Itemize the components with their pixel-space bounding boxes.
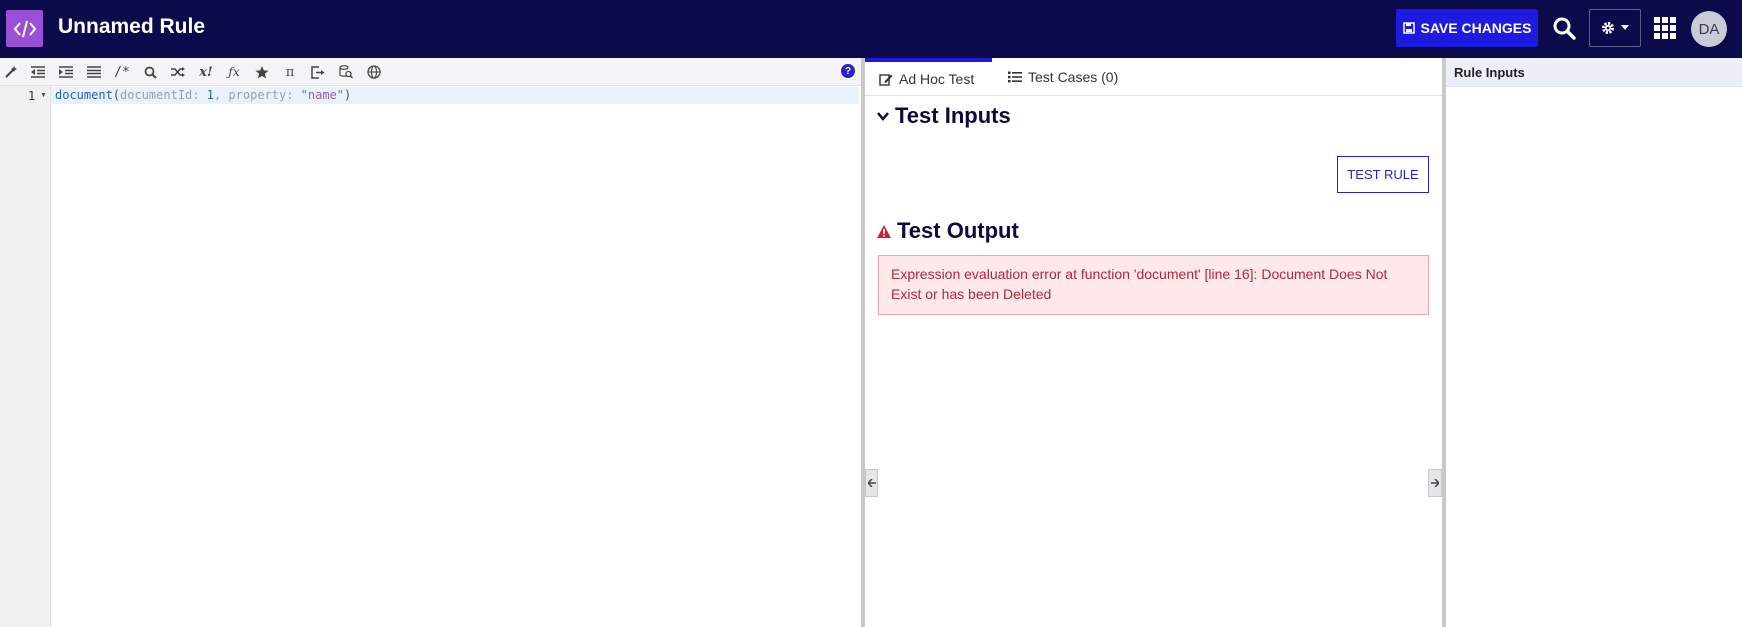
edit-icon <box>879 73 893 86</box>
warning-icon <box>877 224 891 238</box>
search-db-icon[interactable] <box>337 63 355 81</box>
code-paren: ( <box>112 88 121 102</box>
list-icon[interactable] <box>85 63 103 81</box>
code-param: documentId <box>120 88 193 102</box>
editor-toolbar: /* x! ƒx π ? <box>0 58 861 86</box>
gear-icon <box>1602 22 1614 34</box>
collapse-right-arrow-icon[interactable] <box>1428 469 1442 497</box>
code-logo-icon[interactable] <box>6 10 43 47</box>
app-header: Unnamed Rule SAVE CHANGES DA <box>0 0 1742 58</box>
tab-label: Ad Hoc Test <box>899 71 975 87</box>
tab-test-cases[interactable]: Test Cases (0) <box>1008 58 1118 96</box>
settings-dropdown-button[interactable] <box>1589 9 1641 47</box>
shuffle-icon[interactable] <box>169 63 187 81</box>
help-icon[interactable]: ? <box>841 64 855 78</box>
list-icon <box>1008 71 1022 83</box>
outdent-icon[interactable] <box>29 63 47 81</box>
rule-inputs-heading: Rule Inputs <box>1446 58 1742 87</box>
code-colon: : <box>192 88 207 102</box>
test-panel: Ad Hoc Test Test Cases (0) Test Inputs T… <box>865 58 1442 627</box>
variable-icon[interactable]: x! <box>197 63 215 81</box>
rule-inputs-panel: Rule Inputs <box>1446 58 1742 627</box>
function-icon[interactable]: ƒx <box>225 63 243 81</box>
code-line[interactable]: document(documentId: 1, property: "name"… <box>55 88 351 102</box>
export-icon[interactable] <box>309 63 327 81</box>
save-changes-button[interactable]: SAVE CHANGES <box>1396 9 1538 47</box>
tab-ad-hoc-test[interactable]: Ad Hoc Test <box>865 58 992 96</box>
heading-text: Test Inputs <box>895 103 1011 128</box>
pi-icon[interactable]: π <box>281 63 299 81</box>
code-colon: : <box>286 88 301 102</box>
code-number: 1 <box>206 88 214 102</box>
tab-label: Test Cases (0) <box>1028 69 1119 85</box>
test-rule-button[interactable]: TEST RULE <box>1337 156 1429 193</box>
code-function: document <box>55 88 113 102</box>
code-paren: ) <box>344 88 352 102</box>
rule-title: Unnamed Rule <box>58 15 206 38</box>
test-inputs-heading[interactable]: Test Inputs <box>877 103 1011 129</box>
globe-icon[interactable] <box>365 63 383 81</box>
error-message: Expression evaluation error at function … <box>878 255 1429 315</box>
magic-wand-icon[interactable] <box>2 63 20 81</box>
code-param: property <box>228 88 287 102</box>
code-comma: , <box>213 88 229 102</box>
save-changes-label: SAVE CHANGES <box>1420 20 1532 36</box>
test-tabs: Ad Hoc Test Test Cases (0) <box>865 58 1442 96</box>
save-icon <box>1402 22 1415 34</box>
collapse-left-arrow-icon[interactable] <box>865 469 878 497</box>
star-icon[interactable] <box>253 63 271 81</box>
search-icon[interactable] <box>141 63 159 81</box>
apps-grid-icon[interactable] <box>1654 17 1676 39</box>
indent-icon[interactable] <box>57 63 75 81</box>
test-output-heading: Test Output <box>877 218 1019 244</box>
search-icon[interactable] <box>1552 16 1576 40</box>
fold-caret-icon[interactable]: ▼ <box>40 92 47 99</box>
heading-text: Test Output <box>897 218 1019 243</box>
code-string: "name" <box>300 88 345 102</box>
line-number: 1 <box>28 89 36 103</box>
expression-editor: /* x! ƒx π ? 1 ▼ document(documentId: 1,… <box>0 58 861 627</box>
chevron-down-icon <box>877 112 889 121</box>
user-avatar[interactable]: DA <box>1691 11 1727 47</box>
line-gutter <box>0 86 51 627</box>
comment-icon[interactable]: /* <box>113 63 131 81</box>
caret-down-icon <box>1621 25 1629 30</box>
